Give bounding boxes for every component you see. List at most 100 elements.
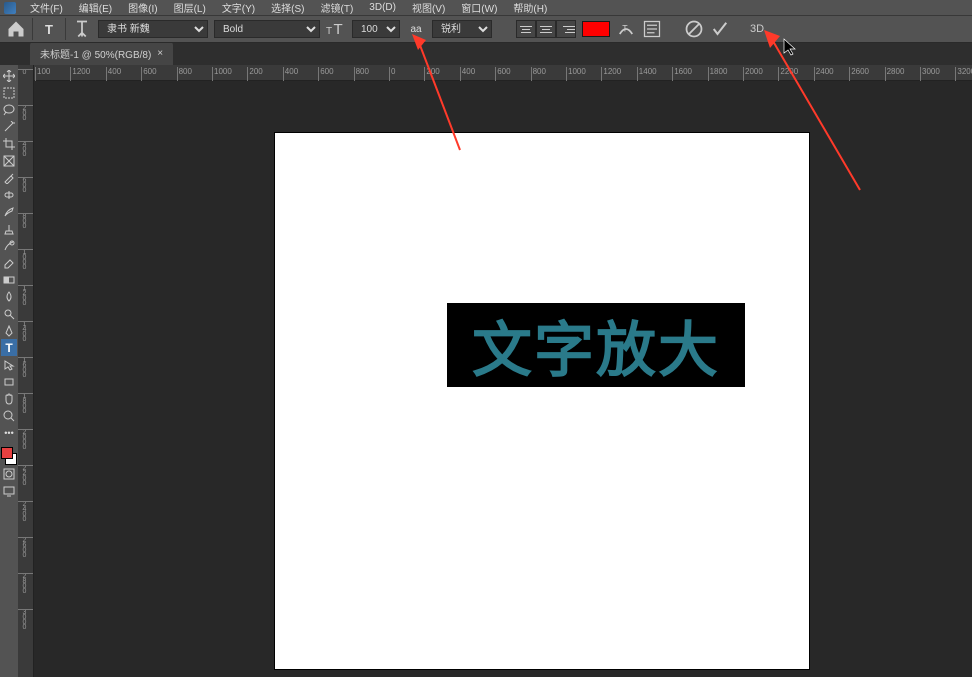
pen-tool[interactable] bbox=[1, 322, 17, 339]
ruler-tick: 1000 bbox=[566, 67, 586, 81]
eyedropper-tool[interactable] bbox=[1, 169, 17, 186]
crop-tool[interactable] bbox=[1, 135, 17, 152]
ruler-tick: 2000 bbox=[21, 429, 28, 449]
menu-edit[interactable]: 编辑(E) bbox=[73, 0, 118, 15]
menu-image[interactable]: 图像(I) bbox=[122, 0, 163, 15]
ruler-tick: 600 bbox=[318, 67, 333, 81]
ruler-tick: 400 bbox=[106, 67, 121, 81]
ruler-tick: 800 bbox=[21, 213, 28, 228]
tab-close-icon[interactable]: × bbox=[157, 48, 163, 59]
menu-3d[interactable]: 3D(D) bbox=[363, 2, 402, 13]
ruler-tick: 200 bbox=[21, 105, 28, 120]
svg-text:T: T bbox=[334, 21, 343, 38]
antialias-select[interactable]: 锐利 bbox=[432, 20, 492, 38]
zoom-tool[interactable] bbox=[1, 407, 17, 424]
foreground-color-swatch[interactable] bbox=[1, 447, 13, 459]
cancel-icon[interactable] bbox=[684, 19, 704, 39]
text-layer[interactable]: 文字放大 bbox=[447, 303, 745, 387]
menu-view[interactable]: 视图(V) bbox=[406, 0, 451, 15]
menu-bar: 文件(F) 编辑(E) 图像(I) 图层(L) 文字(Y) 选择(S) 滤镜(T… bbox=[0, 0, 972, 15]
horizontal-ruler: 1001200400600800100020040060080002004006… bbox=[34, 65, 972, 81]
ruler-tick: 2400 bbox=[21, 501, 28, 521]
document-tab-title: 未标题-1 @ 50%(RGB/8) bbox=[40, 46, 151, 61]
warp-text-icon[interactable]: T bbox=[616, 19, 636, 39]
ruler-tick: 1200 bbox=[21, 285, 28, 305]
screen-mode-toggle[interactable] bbox=[1, 482, 17, 499]
blur-tool[interactable] bbox=[1, 288, 17, 305]
ruler-tick: 3200 bbox=[955, 67, 972, 81]
character-panel-icon[interactable] bbox=[642, 19, 662, 39]
menu-select[interactable]: 选择(S) bbox=[265, 0, 310, 15]
align-right-button[interactable] bbox=[556, 20, 576, 38]
marquee-tool[interactable] bbox=[1, 84, 17, 101]
ruler-tick: 1600 bbox=[672, 67, 692, 81]
edit-toolbar-icon[interactable]: ••• bbox=[1, 424, 17, 441]
color-swatches[interactable] bbox=[1, 447, 17, 465]
ruler-tick: 1400 bbox=[21, 321, 28, 341]
font-family-select[interactable]: 隶书 新魏 bbox=[98, 20, 208, 38]
ruler-tick: 800 bbox=[354, 67, 369, 81]
ruler-tick: 1200 bbox=[70, 67, 90, 81]
menu-help[interactable]: 帮助(H) bbox=[507, 0, 553, 15]
ruler-tick: 2600 bbox=[849, 67, 869, 81]
hand-tool[interactable] bbox=[1, 390, 17, 407]
app-logo-icon bbox=[4, 2, 16, 14]
ruler-tick: 600 bbox=[21, 177, 28, 192]
ruler-tick: 1000 bbox=[21, 249, 28, 269]
ruler-tick: 800 bbox=[531, 67, 546, 81]
ruler-tick: 2600 bbox=[21, 537, 28, 557]
lasso-tool[interactable] bbox=[1, 101, 17, 118]
path-selection-tool[interactable] bbox=[1, 356, 17, 373]
ruler-tick: 400 bbox=[21, 141, 28, 156]
ruler-tick: 1800 bbox=[21, 393, 28, 413]
gradient-tool[interactable] bbox=[1, 271, 17, 288]
healing-brush-tool[interactable] bbox=[1, 186, 17, 203]
canvas-area: 1001200400600800100020040060080002004006… bbox=[34, 65, 972, 677]
home-icon[interactable] bbox=[6, 19, 26, 39]
text-orientation-toggle[interactable] bbox=[72, 19, 92, 39]
align-left-button[interactable] bbox=[516, 20, 536, 38]
clone-stamp-tool[interactable] bbox=[1, 220, 17, 237]
type-tool[interactable]: T bbox=[1, 339, 17, 356]
ruler-tick: 1800 bbox=[708, 67, 728, 81]
document-tab-bar: 未标题-1 @ 50%(RGB/8) × bbox=[0, 43, 972, 65]
toolbox: T ••• bbox=[0, 65, 18, 677]
ruler-tick: 2200 bbox=[21, 465, 28, 485]
history-brush-tool[interactable] bbox=[1, 237, 17, 254]
document-tab[interactable]: 未标题-1 @ 50%(RGB/8) × bbox=[30, 42, 173, 65]
frame-tool[interactable] bbox=[1, 152, 17, 169]
ruler-tick: 3000 bbox=[21, 609, 28, 629]
menu-type[interactable]: 文字(Y) bbox=[216, 0, 261, 15]
menu-filter[interactable]: 滤镜(T) bbox=[315, 0, 360, 15]
ruler-tick: 400 bbox=[283, 67, 298, 81]
type-tool-icon: T bbox=[39, 19, 59, 39]
ruler-tick: 1000 bbox=[212, 67, 232, 81]
canvas-viewport[interactable]: 文字放大 bbox=[34, 81, 972, 677]
menu-layer[interactable]: 图层(L) bbox=[168, 0, 212, 15]
eraser-tool[interactable] bbox=[1, 254, 17, 271]
workspace: T ••• 0200400600800100012001400160018002… bbox=[0, 65, 972, 677]
options-bar: T 隶书 新魏 Bold TT 100 点 aa 锐利 T bbox=[0, 15, 972, 43]
3d-button[interactable]: 3D bbox=[750, 23, 764, 35]
text-color-swatch[interactable] bbox=[582, 21, 610, 37]
font-size-select[interactable]: 100 点 bbox=[352, 20, 400, 38]
ruler-tick: 100 bbox=[35, 67, 50, 81]
quickmask-toggle[interactable] bbox=[1, 465, 17, 482]
ruler-tick: 2400 bbox=[814, 67, 834, 81]
dodge-tool[interactable] bbox=[1, 305, 17, 322]
brush-tool[interactable] bbox=[1, 203, 17, 220]
svg-text:T: T bbox=[622, 24, 628, 34]
menu-file[interactable]: 文件(F) bbox=[24, 0, 69, 15]
rectangle-tool[interactable] bbox=[1, 373, 17, 390]
menu-window[interactable]: 窗口(W) bbox=[455, 0, 503, 15]
text-layer-content: 文字放大 bbox=[472, 302, 720, 389]
ruler-tick: 2200 bbox=[778, 67, 798, 81]
ruler-tick: 800 bbox=[177, 67, 192, 81]
move-tool[interactable] bbox=[1, 67, 17, 84]
ruler-tick: 400 bbox=[460, 67, 475, 81]
magic-wand-tool[interactable] bbox=[1, 118, 17, 135]
canvas[interactable]: 文字放大 bbox=[275, 133, 809, 669]
align-center-button[interactable] bbox=[536, 20, 556, 38]
commit-checkmark-icon[interactable] bbox=[710, 19, 730, 39]
font-style-select[interactable]: Bold bbox=[214, 20, 320, 38]
